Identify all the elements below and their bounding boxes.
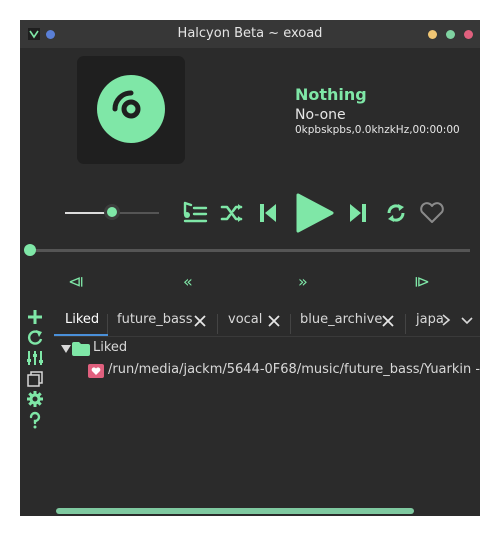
close-button[interactable] [464, 30, 473, 39]
app-window: Halcyon Beta ~ exoad Nothing No-one 0kpb… [20, 20, 480, 516]
tab-label: future_bass [117, 312, 193, 327]
close-tab-icon[interactable] [268, 315, 280, 327]
titlebar[interactable]: Halcyon Beta ~ exoad [20, 20, 480, 48]
tab-separator [107, 314, 108, 334]
add-icon[interactable] [26, 308, 44, 326]
skip-end-button[interactable]: ⧐ [414, 272, 430, 292]
tab-label: Liked [65, 312, 100, 327]
like-heart-icon[interactable] [418, 201, 446, 225]
tab-label: japa [416, 312, 444, 327]
minimize-button[interactable] [428, 30, 437, 39]
liked-file-icon [88, 364, 104, 378]
chevron-right-icon[interactable] [441, 314, 451, 326]
tab-label: blue_archive [300, 312, 383, 327]
album-cover [77, 56, 185, 164]
equalizer-icon[interactable] [26, 349, 44, 367]
disc-icon [97, 75, 165, 143]
chevron-down-icon[interactable] [461, 316, 473, 326]
tab-separator [217, 314, 218, 334]
expand-arrow-icon[interactable] [61, 345, 71, 353]
tab-label: vocal [228, 312, 263, 327]
window-title: Halcyon Beta ~ exoad [177, 26, 323, 41]
scrollbar-thumb[interactable] [56, 508, 414, 514]
help-icon[interactable] [26, 411, 44, 429]
maximize-button[interactable] [446, 30, 455, 39]
play-button[interactable] [292, 192, 336, 234]
next-track-icon[interactable] [348, 202, 368, 224]
previous-track-icon[interactable] [258, 202, 278, 224]
tab-liked[interactable]: Liked [65, 306, 99, 336]
settings-icon[interactable] [26, 390, 44, 408]
tab-vocal[interactable]: vocal [228, 306, 262, 336]
seek-handle[interactable] [24, 244, 36, 256]
tab-separator [290, 314, 291, 334]
tree-file-path[interactable]: /run/media/jackm/5644-0F68/music/future_… [108, 362, 480, 377]
playlist-icon[interactable] [182, 200, 208, 224]
repeat-icon[interactable] [384, 201, 408, 225]
refresh-icon[interactable] [26, 328, 44, 346]
track-artist: No-one [295, 107, 346, 123]
rewind-button[interactable]: « [183, 272, 193, 292]
tab-japa[interactable]: japa [416, 306, 444, 336]
tab-separator [405, 314, 406, 334]
tab-bar-border [54, 336, 480, 337]
close-tab-icon[interactable] [382, 315, 394, 327]
minimize-window-icon[interactable] [26, 370, 44, 388]
skip-start-button[interactable]: ⧏ [68, 272, 84, 292]
track-metadata: 0kpbskpbs,0.0khzkHz,00:00:00 [295, 124, 460, 136]
tree-folder-liked[interactable]: Liked [93, 340, 127, 355]
track-title: Nothing [295, 85, 367, 104]
seek-slider[interactable] [30, 249, 470, 252]
fast-forward-button[interactable]: » [298, 272, 308, 292]
volume-handle[interactable] [104, 204, 120, 220]
folder-icon [72, 342, 90, 356]
tab-blue-archive[interactable]: blue_archive [300, 306, 382, 336]
tab-future-bass[interactable]: future_bass [117, 306, 192, 336]
shuffle-icon[interactable] [220, 202, 244, 224]
close-tab-icon[interactable] [194, 315, 206, 327]
